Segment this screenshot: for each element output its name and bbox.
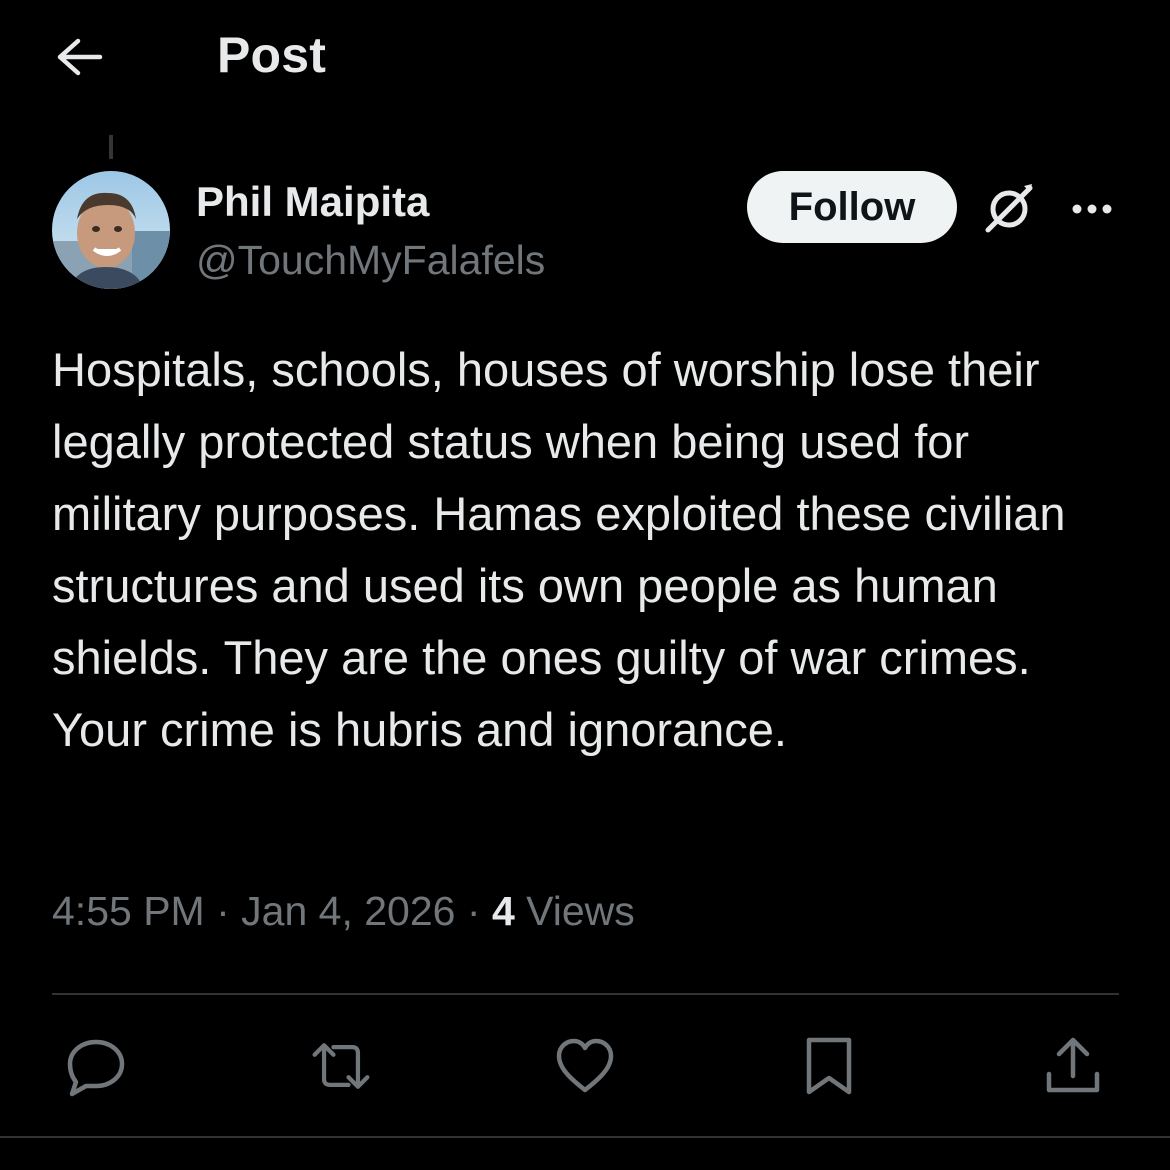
share-icon [1046,1037,1100,1093]
reply-icon [67,1039,125,1097]
follow-button[interactable]: Follow [747,171,957,243]
thread-connector [109,135,113,159]
post-date[interactable]: Jan 4, 2026 [241,888,455,934]
like-icon [556,1038,614,1093]
divider [0,1136,1170,1138]
page-title: Post [217,27,327,83]
views-count[interactable]: 4 [492,888,515,934]
bookmark-icon [806,1037,852,1095]
back-button[interactable] [50,28,108,86]
like-button[interactable] [553,1034,617,1098]
arrow-left-icon [57,38,103,76]
share-button[interactable] [1041,1034,1105,1098]
repost-button[interactable] [309,1034,373,1098]
post-meta: 4:55 PM · Jan 4, 2026 · 4 Views [52,888,635,935]
top-bar: Post [0,0,1170,118]
divider [52,993,1119,995]
avatar[interactable] [52,171,170,289]
meta-separator: · [216,888,230,934]
more-icon [1072,204,1112,214]
post-text: Hospitals, schools, houses of worship lo… [52,343,1066,756]
author-name[interactable]: Phil Maipita [196,178,429,226]
grok-button[interactable] [980,180,1038,238]
repost-icon [312,1043,370,1089]
reply-button[interactable] [64,1034,128,1098]
author-handle[interactable]: @TouchMyFalafels [196,237,545,284]
bookmark-button[interactable] [797,1034,861,1098]
more-button[interactable] [1062,184,1122,234]
grok-icon [985,184,1033,233]
meta-separator: · [466,888,481,934]
post-time[interactable]: 4:55 PM [52,888,205,934]
views-label[interactable]: Views [526,888,635,934]
